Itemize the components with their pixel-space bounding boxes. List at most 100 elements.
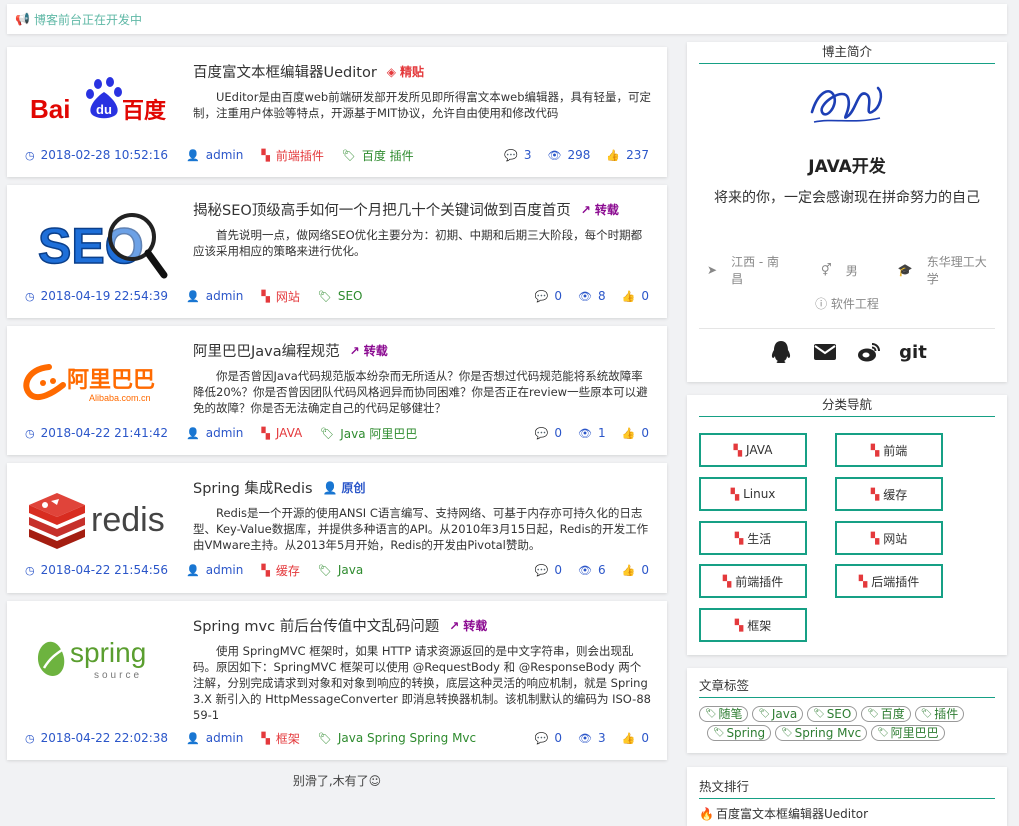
like-count[interactable]: 👍 0 — [622, 563, 649, 577]
article-title-link[interactable]: 阿里巴巴Java编程规范 — [193, 340, 340, 361]
alibaba-logo[interactable]: 阿里巴巴 Alibaba.com.cn — [19, 338, 181, 428]
view-count: 👁 298 — [548, 148, 591, 162]
article-category[interactable]: ▚ 网站 — [261, 288, 299, 305]
tag-chip[interactable]: 🏷 Spring — [707, 725, 772, 741]
article-author[interactable]: 👤 admin — [186, 148, 243, 162]
category-panel: 分类导航 ▚ JAVA ▚ 前端 ▚ Linux ▚ 缓存 ▚ 生活 ▚ 网站 ▚ 前端插件 … — [687, 395, 1007, 655]
hot-article-item[interactable]: 🔥 百度富文本框编辑器Ueditor — [699, 805, 868, 822]
article-category[interactable]: ▚ 缓存 — [261, 562, 299, 579]
spring-source-logo[interactable]: spring source — [19, 613, 181, 703]
info-icon: ⓘ — [815, 297, 828, 311]
article-card[interactable]: redis Spring 集成Redis 👤 原创 Redis是一个开源的使用AN… — [7, 463, 667, 593]
hot-article-title[interactable]: 百度富文本框编辑器Ueditor — [716, 805, 868, 822]
like-count[interactable]: 👍 0 — [622, 289, 649, 303]
tags-text[interactable]: 百度 插件 — [362, 147, 414, 164]
article-card[interactable]: SEO 揭秘SEO顶级高手如何一个月把几十个关键词做到百度首页 ↗ 转载 首先说明… — [7, 185, 667, 318]
comment-count-text: 0 — [554, 289, 563, 303]
category-text[interactable]: 缓存 — [276, 562, 300, 579]
tag-chip[interactable]: 🏷 SEO — [807, 706, 858, 722]
qq-icon[interactable] — [769, 340, 793, 364]
tag-chip[interactable]: 🏷 插件 — [914, 706, 965, 722]
category-text[interactable]: 框架 — [276, 730, 300, 747]
category-cache[interactable]: ▚ 缓存 — [835, 477, 943, 511]
comment-icon: 💬 — [504, 148, 518, 162]
git-link[interactable]: git — [899, 340, 927, 364]
tags-text[interactable]: Java 阿里巴巴 — [340, 425, 417, 442]
eye-icon: 👁 — [578, 731, 593, 745]
article-title[interactable]: Spring mvc 前后台传值中文乱码问题 ↗ 转载 — [193, 615, 487, 636]
tag-icon: 🏷 — [813, 709, 825, 719]
share-icon: ↗ — [580, 202, 591, 217]
category-text[interactable]: 前端插件 — [276, 147, 324, 164]
tags-text[interactable]: SEO — [338, 289, 363, 303]
category-icon: ▚ — [722, 574, 732, 588]
category-life[interactable]: ▚ 生活 — [699, 521, 807, 555]
tags-text[interactable]: Java — [338, 563, 363, 577]
comment-count-text: 3 — [523, 148, 532, 162]
tag-chip[interactable]: 🏷 百度 — [861, 706, 911, 722]
article-title-link[interactable]: 百度富文本框编辑器Ueditor — [193, 61, 377, 82]
seo-image[interactable]: SEO — [19, 197, 181, 287]
tag-chip[interactable]: 🏷 阿里巴巴 — [871, 725, 945, 741]
view-count: 👁 8 — [578, 289, 606, 303]
article-author[interactable]: 👤 admin — [186, 289, 243, 303]
category-frontend-plugin[interactable]: ▚ 前端插件 — [699, 564, 807, 598]
category-text[interactable]: 网站 — [276, 288, 300, 305]
share-icon: ↗ — [449, 618, 460, 633]
like-count[interactable]: 👍 237 — [606, 148, 649, 162]
weibo-icon[interactable] — [857, 340, 881, 364]
author-text[interactable]: admin — [206, 731, 244, 745]
article-tags[interactable]: 🏷 百度 插件 — [342, 147, 414, 164]
article-title-link[interactable]: Spring 集成Redis — [193, 477, 313, 498]
eye-icon: 👁 — [578, 426, 593, 440]
article-title[interactable]: 揭秘SEO顶级高手如何一个月把几十个关键词做到百度首页 ↗ 转载 — [193, 199, 619, 220]
view-count: 👁 6 — [578, 563, 606, 577]
share-icon: ↗ — [349, 343, 360, 358]
like-count[interactable]: 👍 0 — [622, 731, 649, 745]
badge-label: 精贴 — [400, 65, 425, 79]
article-category[interactable]: ▚ 框架 — [261, 730, 299, 747]
baidu-logo[interactable]: Bai du 百度 — [19, 59, 181, 149]
article-author[interactable]: 👤 admin — [186, 426, 243, 440]
tags-text[interactable]: Java Spring Spring Mvc — [338, 731, 476, 745]
logo-badge: du — [96, 102, 112, 117]
article-tags[interactable]: 🏷 Java — [318, 563, 363, 577]
category-framework[interactable]: ▚ 框架 — [699, 608, 807, 642]
tag-chip[interactable]: 🏷 随笔 — [699, 706, 749, 722]
article-category[interactable]: ▚ JAVA — [261, 426, 302, 440]
badge-label: 转载 — [594, 203, 619, 217]
article-card[interactable]: 阿里巴巴 Alibaba.com.cn 阿里巴巴Java编程规范 ↗ 转载 你是否… — [7, 326, 667, 455]
tag-icon: 🏷 — [920, 709, 933, 719]
article-card[interactable]: spring source Spring mvc 前后台传值中文乱码问题 ↗ 转载… — [7, 601, 667, 760]
article-category[interactable]: ▚ 前端插件 — [261, 147, 323, 164]
article-title[interactable]: Spring 集成Redis 👤 原创 — [193, 477, 366, 498]
article-title[interactable]: 百度富文本框编辑器Ueditor ◈ 精贴 — [193, 61, 424, 82]
author-text[interactable]: admin — [206, 426, 244, 440]
mail-icon[interactable] — [813, 340, 837, 364]
author-text[interactable]: admin — [206, 289, 244, 303]
article-title-link[interactable]: Spring mvc 前后台传值中文乱码问题 — [193, 615, 439, 636]
author-text[interactable]: admin — [206, 563, 244, 577]
article-tags[interactable]: 🏷 Java 阿里巴巴 — [320, 425, 417, 442]
category-website[interactable]: ▚ 网站 — [835, 521, 943, 555]
tag-chip[interactable]: 🏷 Spring Mvc — [775, 725, 868, 741]
article-card[interactable]: Bai du 百度 百度富文本框编辑器Ueditor ◈ 精贴 UEditor是由… — [7, 47, 667, 177]
category-frontend[interactable]: ▚ 前端 — [835, 433, 943, 467]
article-author[interactable]: 👤 admin — [186, 731, 243, 745]
like-count-text: 0 — [641, 289, 649, 303]
divider — [699, 328, 995, 329]
category-java[interactable]: ▚ JAVA — [699, 433, 807, 467]
article-tags[interactable]: 🏷 Java Spring Spring Mvc — [318, 731, 476, 745]
category-linux[interactable]: ▚ Linux — [699, 477, 807, 511]
like-count[interactable]: 👍 0 — [622, 426, 649, 440]
category-backend-plugin[interactable]: ▚ 后端插件 — [835, 564, 943, 598]
eye-icon: 👁 — [578, 289, 593, 303]
tag-chip[interactable]: 🏷 Java — [752, 706, 804, 722]
redis-logo[interactable]: redis — [19, 475, 181, 565]
article-author[interactable]: 👤 admin — [186, 563, 243, 577]
article-title-link[interactable]: 揭秘SEO顶级高手如何一个月把几十个关键词做到百度首页 — [193, 199, 571, 220]
article-tags[interactable]: 🏷 SEO — [318, 289, 363, 303]
author-text[interactable]: admin — [206, 148, 244, 162]
category-text[interactable]: JAVA — [276, 426, 302, 440]
article-title[interactable]: 阿里巴巴Java编程规范 ↗ 转载 — [193, 340, 388, 361]
